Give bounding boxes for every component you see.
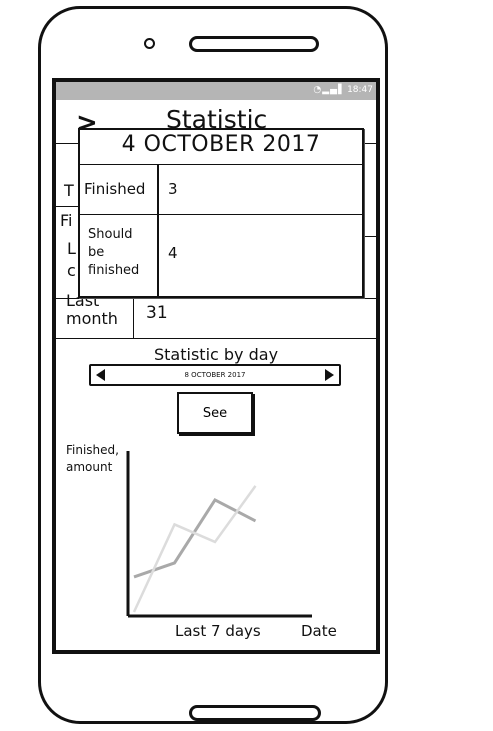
last-month-value: 31 — [146, 303, 168, 323]
popup-should-label: Should be finished — [88, 227, 140, 278]
chart-x-axis-unit: Date — [301, 622, 337, 640]
popup-finished-label: Finished — [84, 180, 146, 198]
popup-should-value: 4 — [168, 244, 178, 262]
speaker-grille — [189, 36, 319, 52]
status-icons: ◔▂▄▌ — [313, 85, 346, 95]
statistic-by-day-heading: Statistic by day — [154, 345, 279, 364]
signal-icon: ▂▄ — [322, 85, 339, 95]
next-date-arrow-icon[interactable] — [325, 369, 334, 381]
column-divider — [133, 298, 134, 338]
popup-date: 4 OCTOBER 2017 — [121, 132, 321, 157]
see-button[interactable]: See — [177, 392, 253, 434]
covered-row-label-t: T — [64, 181, 74, 200]
covered-row-label-l: L — [67, 239, 76, 258]
chart-x-axis-label: Last 7 days — [175, 622, 261, 640]
series-line-2 — [132, 485, 257, 613]
selected-date: 8 OCTOBER 2017 — [184, 371, 246, 379]
camera-icon — [144, 38, 155, 49]
covered-row-label-fi: Fi — [60, 211, 73, 230]
day-detail-popup[interactable]: 4 OCTOBER 2017 Finished 3 Should be fini… — [78, 128, 364, 298]
battery-icon: ▌ — [338, 85, 346, 95]
wifi-icon: ◔ — [313, 85, 323, 95]
popup-divider — [80, 164, 362, 165]
popup-column-divider — [157, 164, 159, 296]
home-button[interactable] — [189, 705, 321, 721]
status-bar: ◔▂▄▌ 18:47 — [56, 82, 376, 100]
row-divider — [56, 338, 376, 339]
covered-row-label-c: c — [67, 261, 76, 280]
date-selector[interactable]: 8 OCTOBER 2017 — [89, 364, 341, 386]
finished-line-chart — [126, 451, 312, 618]
row-divider — [56, 206, 80, 207]
app-screen: ◔▂▄▌ 18:47 > Statistic T Fi L c Last mon… — [52, 78, 380, 654]
popup-divider — [80, 214, 362, 215]
status-time: 18:47 — [347, 85, 373, 95]
popup-finished-value: 3 — [168, 180, 178, 198]
